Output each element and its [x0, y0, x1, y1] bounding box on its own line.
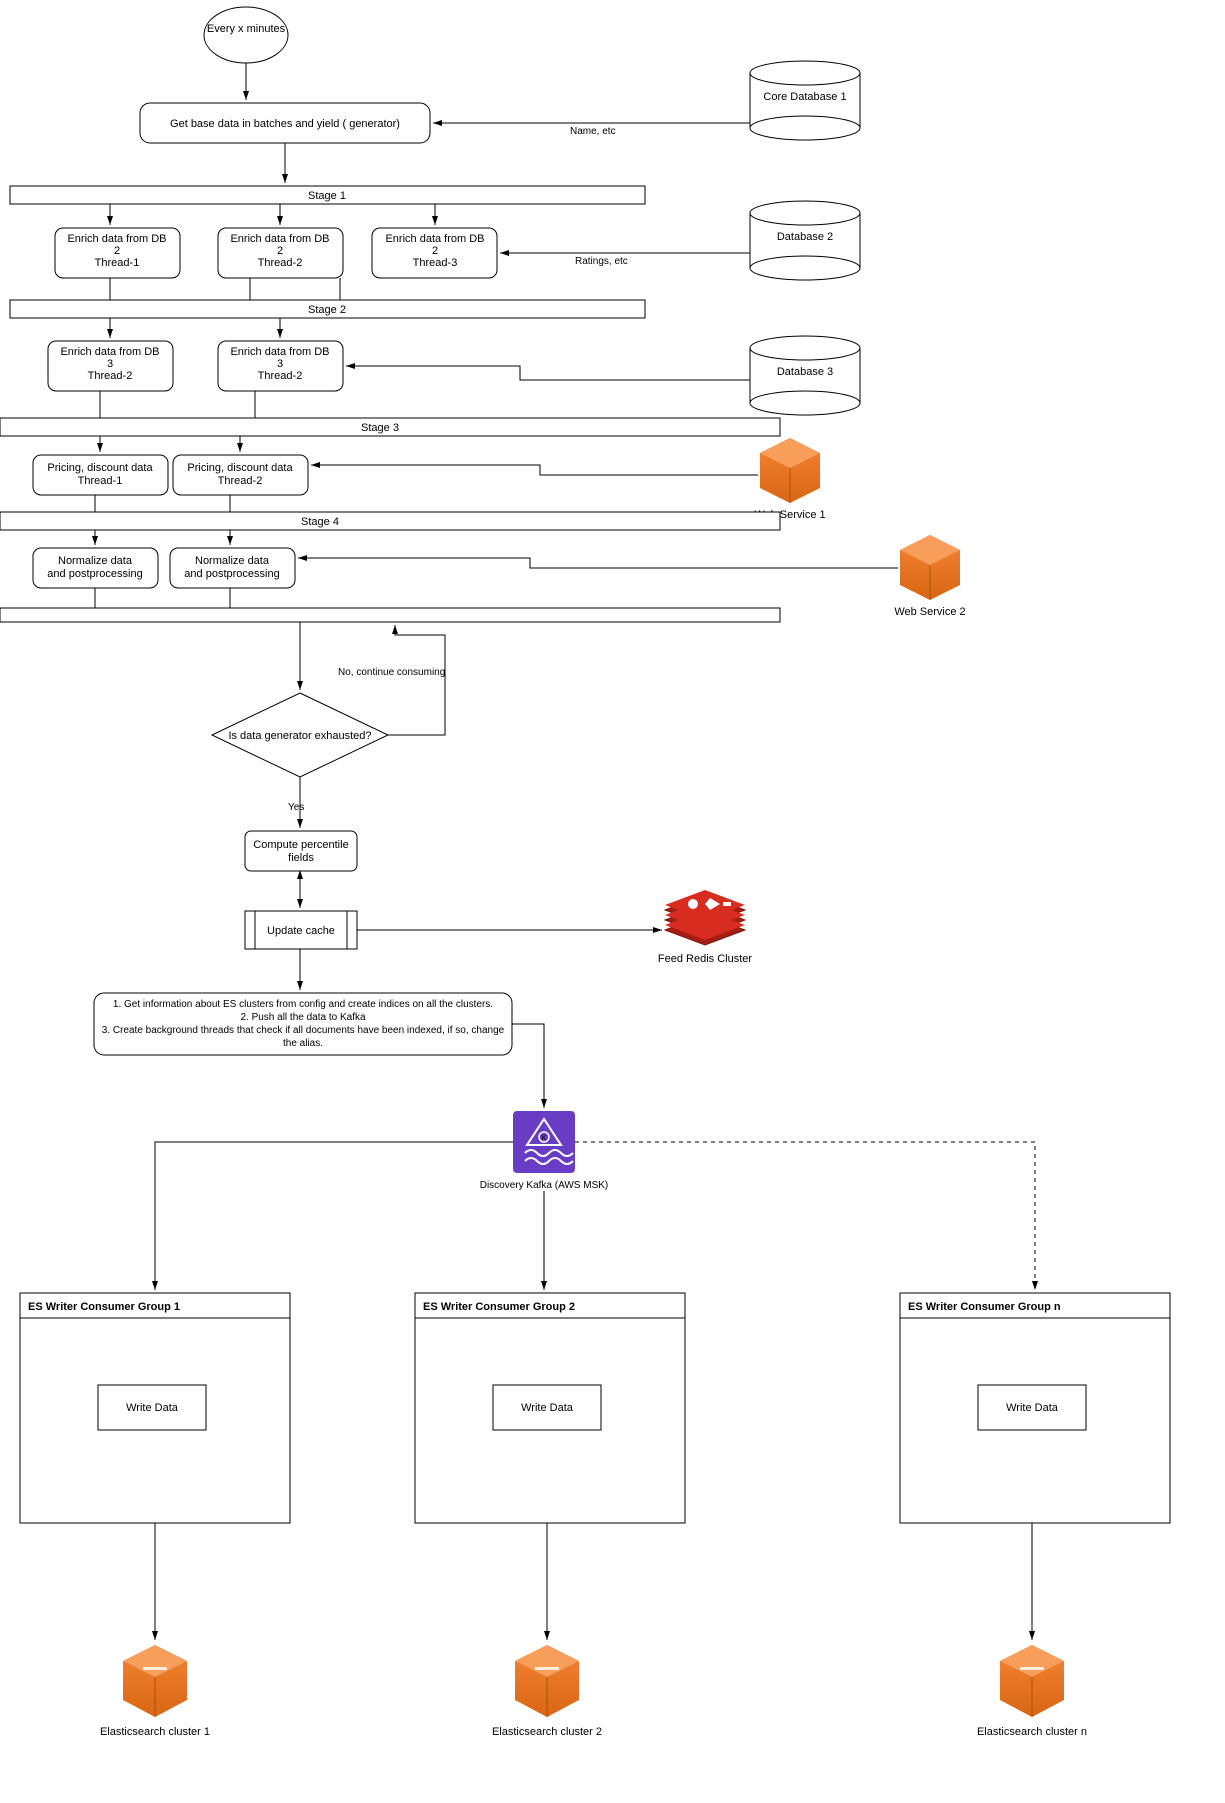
enrich-db3-a-l2: 3: [107, 358, 113, 370]
stage2-label: Stage 2: [308, 304, 346, 316]
edge: [155, 1142, 513, 1290]
es-cluster-1-icon: [123, 1645, 187, 1717]
es-cluster-n-label: Elasticsearch cluster n: [977, 1726, 1087, 1738]
enrich-db2-t3-l3: Thread-3: [413, 257, 458, 269]
core-db1-label: Core Database 1: [763, 91, 846, 103]
enrich-db2-t2-l1: Enrich data from DB: [230, 233, 329, 245]
svg-text:K: K: [542, 1135, 547, 1142]
es-config-l3: 3. Create background threads that check …: [102, 1025, 505, 1036]
normalize-b-l2: and postprocessing: [184, 568, 279, 580]
no-continue-label: No, continue consuming: [338, 667, 445, 678]
db2-label: Database 2: [777, 231, 833, 243]
name-etc-label: Name, etc: [570, 126, 616, 137]
edge-dashed: [575, 1142, 1035, 1290]
cgn-title: ES Writer Consumer Group n: [908, 1301, 1061, 1313]
web-service-2-icon: [900, 535, 960, 600]
enrich-db2-t3-l1: Enrich data from DB: [385, 233, 484, 245]
cg1-write-data-text: Write Data: [126, 1402, 179, 1414]
enrich-db2-t1-l1: Enrich data from DB: [67, 233, 166, 245]
es-cluster-1-label: Elasticsearch cluster 1: [100, 1726, 210, 1738]
compute-percentile-l2: fields: [288, 852, 314, 864]
cg1-title: ES Writer Consumer Group 1: [28, 1301, 180, 1313]
redis-icon: [665, 890, 745, 945]
enrich-db3-a-l1: Enrich data from DB: [60, 346, 159, 358]
normalize-b-l1: Normalize data: [195, 555, 270, 567]
ratings-etc-label: Ratings, etc: [575, 256, 628, 267]
pricing-a-l2: Thread-1: [78, 475, 123, 487]
db3-label: Database 3: [777, 366, 833, 378]
cg2-write-data-text: Write Data: [521, 1402, 574, 1414]
kafka-label: Discovery Kafka (AWS MSK): [480, 1180, 609, 1191]
enrich-db2-t1-l3: Thread-1: [95, 257, 140, 269]
es-config-l2: 2. Push all the data to Kafka: [240, 1012, 366, 1023]
edge: [512, 1024, 544, 1108]
web-service-2-label: Web Service 2: [894, 606, 965, 618]
enrich-db3-b-l3: Thread-2: [258, 370, 303, 382]
es-cluster-n-icon: [1000, 1645, 1064, 1717]
edge-feedback: [386, 625, 445, 735]
normalize-a-l2: and postprocessing: [47, 568, 142, 580]
stage4-bar: [0, 512, 780, 530]
get-base-text: Get base data in batches and yield ( gen…: [170, 118, 400, 130]
es-cluster-2-label: Elasticsearch cluster 2: [492, 1726, 602, 1738]
es-cluster-2-icon: [515, 1645, 579, 1717]
cg2-title: ES Writer Consumer Group 2: [423, 1301, 575, 1313]
enrich-db2-t2-l2: 2: [277, 245, 283, 257]
stage3-label: Stage 3: [361, 422, 399, 434]
pricing-b-l2: Thread-2: [218, 475, 263, 487]
pricing-a-l1: Pricing, discount data: [47, 462, 153, 474]
edge: [346, 366, 750, 380]
compute-percentile-l1: Compute percentile: [253, 839, 348, 851]
enrich-db2-t3-l2: 2: [432, 245, 438, 257]
yes-label: Yes: [288, 802, 304, 813]
pricing-b-l1: Pricing, discount data: [187, 462, 293, 474]
normalize-a-l1: Normalize data: [58, 555, 133, 567]
enrich-db2-t1-l2: 2: [114, 245, 120, 257]
trigger-text-1: Every x minutes: [207, 23, 286, 35]
compute-percentile-box: [245, 831, 357, 871]
decision-text: Is data generator exhausted?: [228, 730, 371, 742]
enrich-db3-b-l1: Enrich data from DB: [230, 346, 329, 358]
cgn-write-data-text: Write Data: [1006, 1402, 1059, 1414]
es-config-l1: 1. Get information about ES clusters fro…: [113, 999, 493, 1010]
enrich-db3-a-l3: Thread-2: [88, 370, 133, 382]
stage4-label: Stage 4: [301, 516, 339, 528]
web-service-1-icon: [760, 438, 820, 503]
trigger-ellipse: [204, 7, 288, 63]
redis-label: Feed Redis Cluster: [658, 953, 752, 965]
stage1-label: Stage 1: [308, 190, 346, 202]
enrich-db2-t2-l3: Thread-2: [258, 257, 303, 269]
collector-bar: [0, 608, 780, 622]
enrich-db3-b-l2: 3: [277, 358, 283, 370]
es-config-l4: the alias.: [283, 1038, 323, 1049]
update-cache-text: Update cache: [267, 925, 335, 937]
edge: [298, 558, 898, 568]
edge: [311, 465, 758, 475]
kafka-icon: K: [513, 1111, 575, 1173]
